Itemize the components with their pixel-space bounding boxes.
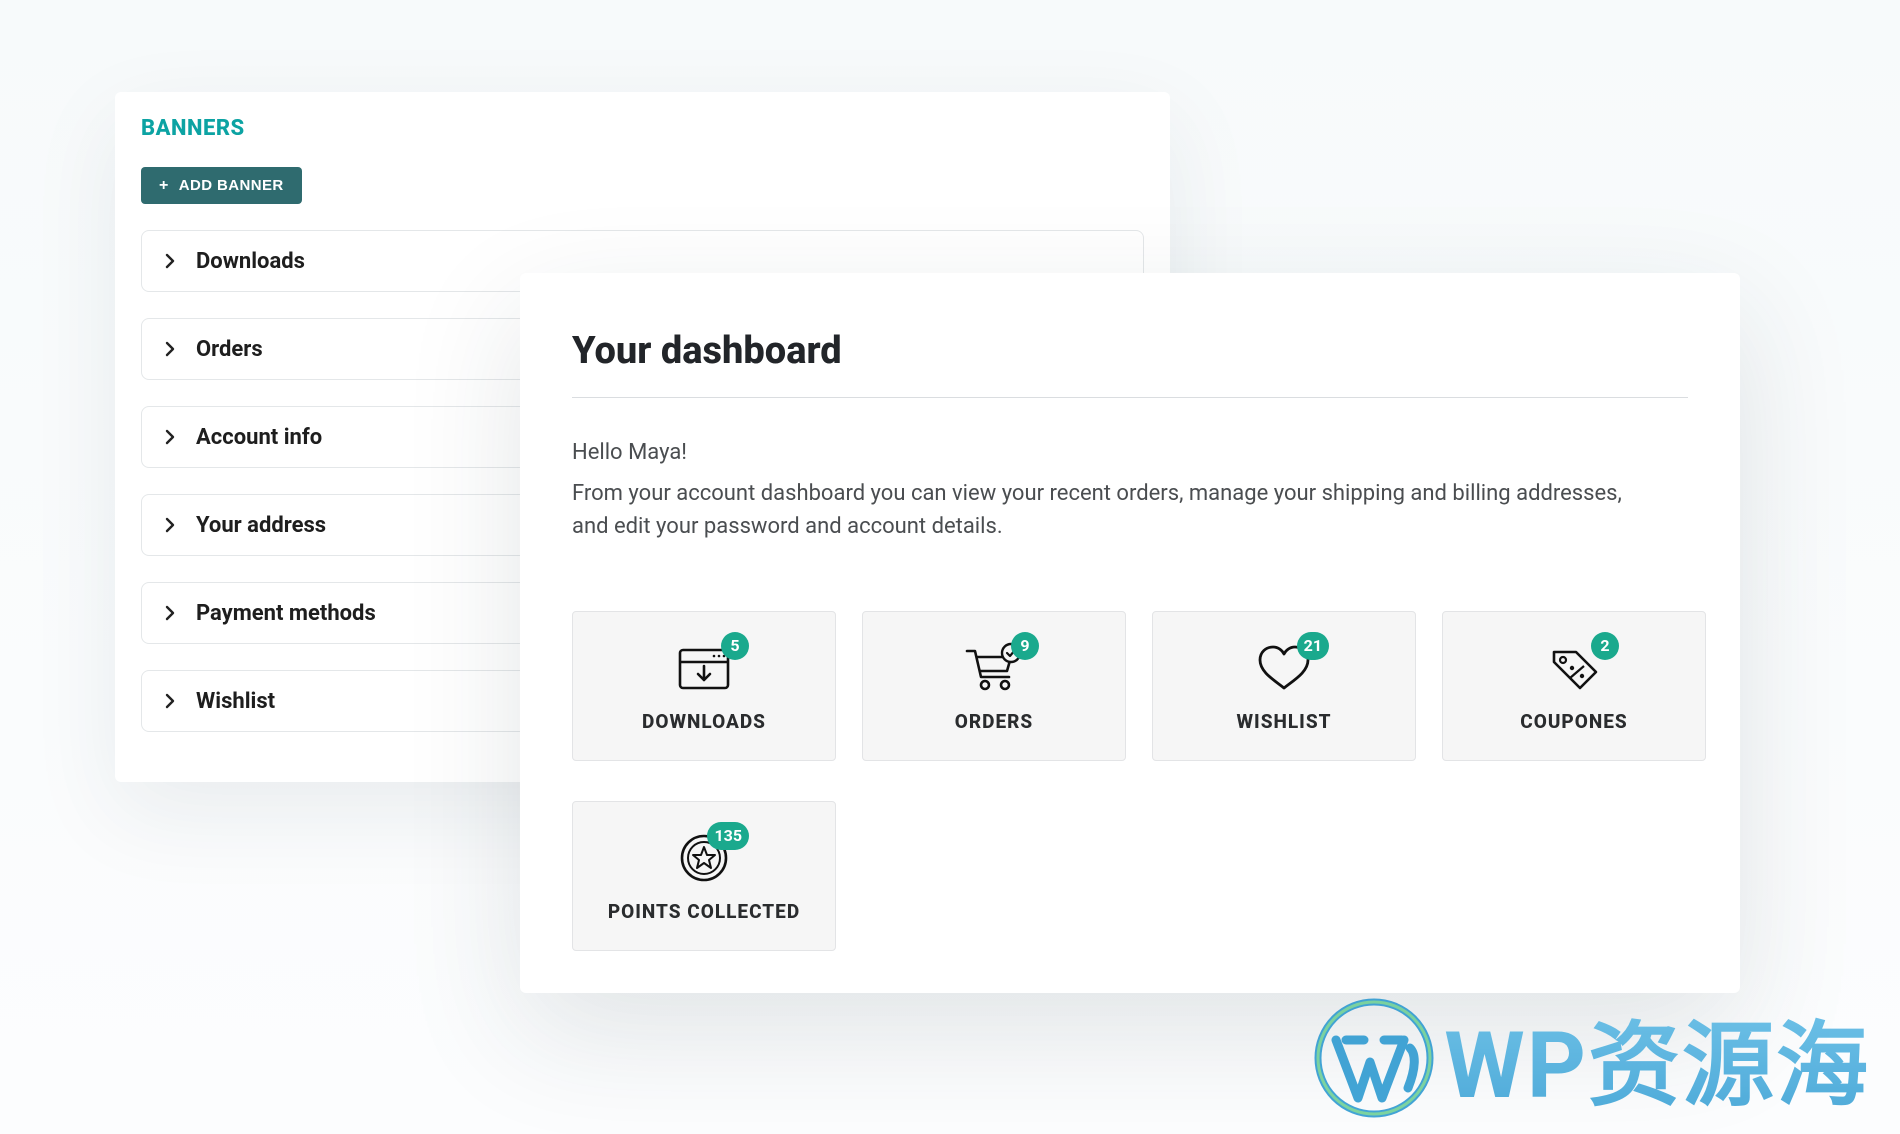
card-points-collected[interactable]: 135 POINTS COLLECTED bbox=[572, 801, 836, 951]
accordion-item-label: Payment methods bbox=[196, 601, 376, 626]
dashboard-card-grid: 5 DOWNLOADS 9 ORDERS bbox=[572, 611, 1688, 951]
card-label: COUPONES bbox=[1520, 710, 1627, 733]
chevron-right-icon bbox=[162, 517, 178, 533]
watermark-text: WP资源海 bbox=[1444, 991, 1870, 1124]
watermark: WP资源海 bbox=[1314, 991, 1870, 1124]
wordpress-logo-icon bbox=[1314, 998, 1434, 1118]
banners-title: BANNERS bbox=[141, 116, 1144, 141]
card-wishlist[interactable]: 21 WISHLIST bbox=[1152, 611, 1416, 761]
card-label: POINTS COLLECTED bbox=[608, 900, 800, 923]
card-orders[interactable]: 9 ORDERS bbox=[862, 611, 1126, 761]
chevron-right-icon bbox=[162, 693, 178, 709]
chevron-right-icon bbox=[162, 605, 178, 621]
dashboard-title: Your dashboard bbox=[572, 329, 1688, 398]
dashboard-intro: From your account dashboard you can view… bbox=[572, 477, 1652, 543]
cart-check-icon: 9 bbox=[959, 640, 1029, 696]
plus-icon: + bbox=[159, 178, 169, 194]
add-banner-button[interactable]: + ADD BANNER bbox=[141, 167, 302, 204]
card-badge: 135 bbox=[707, 822, 749, 850]
card-badge: 5 bbox=[721, 632, 749, 660]
star-badge-icon: 135 bbox=[669, 830, 739, 886]
add-banner-label: ADD BANNER bbox=[179, 177, 284, 194]
accordion-item-label: Your address bbox=[196, 513, 326, 538]
card-label: DOWNLOADS bbox=[642, 710, 766, 733]
chevron-right-icon bbox=[162, 253, 178, 269]
card-label: WISHLIST bbox=[1236, 710, 1331, 733]
card-badge: 21 bbox=[1297, 632, 1329, 660]
accordion-item-label: Wishlist bbox=[196, 689, 275, 714]
card-badge: 9 bbox=[1011, 632, 1039, 660]
card-badge: 2 bbox=[1591, 632, 1619, 660]
accordion-item-label: Orders bbox=[196, 337, 263, 362]
chevron-right-icon bbox=[162, 429, 178, 445]
heart-icon: 21 bbox=[1249, 640, 1319, 696]
card-coupones[interactable]: 2 COUPONES bbox=[1442, 611, 1706, 761]
dashboard-panel: Your dashboard Hello Maya! From your acc… bbox=[520, 273, 1740, 993]
tag-percent-icon: 2 bbox=[1539, 640, 1609, 696]
chevron-right-icon bbox=[162, 341, 178, 357]
accordion-item-label: Account info bbox=[196, 425, 322, 450]
download-box-icon: 5 bbox=[669, 640, 739, 696]
card-label: ORDERS bbox=[955, 710, 1033, 733]
card-downloads[interactable]: 5 DOWNLOADS bbox=[572, 611, 836, 761]
dashboard-greeting: Hello Maya! bbox=[572, 436, 1688, 469]
accordion-item-label: Downloads bbox=[196, 249, 305, 274]
